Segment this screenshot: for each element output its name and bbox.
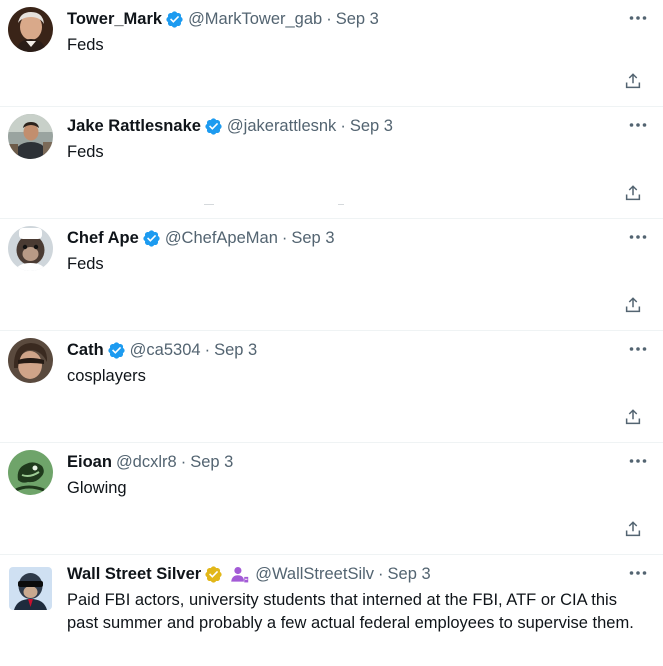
tweet-header: Wall Street Silver @WallStreetSilv · Sep… (67, 564, 431, 584)
tweet-header: Eioan @dcxlr8 · Sep 3 (67, 452, 233, 472)
verified-badge-icon (107, 341, 126, 360)
tweet-header: Tower_Mark @MarkTower_gab · Sep 3 (67, 9, 379, 29)
affiliate-person-icon[interactable] (230, 565, 249, 584)
separator-dot: · (204, 341, 211, 359)
tweet-header: Chef Ape @ChefApeMan · Sep 3 (67, 228, 335, 248)
display-name[interactable]: Jake Rattlesnake (67, 116, 201, 136)
tweet-chef-ape[interactable]: Chef Ape @ChefApeMan · Sep 3 Feds (0, 219, 663, 331)
share-icon[interactable] (624, 72, 642, 90)
tweet-jake-rattlesnake[interactable]: Jake Rattlesnake @jakerattlesnk · Sep 3 … (0, 107, 663, 219)
tweet-cath[interactable]: Cath @ca5304 · Sep 3 cosplayers (0, 331, 663, 443)
display-name[interactable]: Chef Ape (67, 228, 139, 248)
display-name[interactable]: Eioan (67, 452, 112, 472)
user-handle[interactable]: @ChefApeMan (165, 228, 278, 248)
separator-dot: · (340, 117, 346, 135)
tweet-header: Cath @ca5304 · Sep 3 (67, 340, 257, 360)
tweet-text: cosplayers (67, 367, 146, 385)
display-name[interactable]: Tower_Mark (67, 9, 162, 29)
tweet-header: Jake Rattlesnake @jakerattlesnk · Sep 3 (67, 116, 393, 136)
tweet-text: Glowing (67, 479, 127, 497)
timestamp[interactable]: Sep 3 (350, 116, 393, 136)
selfie-avatar[interactable] (8, 338, 53, 383)
more-options-icon[interactable] (628, 453, 648, 469)
render-artifact-line (200, 194, 350, 205)
tweet-text: Feds (67, 255, 104, 273)
more-options-icon[interactable] (628, 117, 648, 133)
more-options-icon[interactable] (628, 10, 648, 26)
share-icon[interactable] (624, 184, 642, 202)
tweet-text: Paid FBI actors, university students tha… (67, 591, 634, 632)
verified-gold-badge-icon (204, 565, 223, 584)
user-handle[interactable]: @WallStreetSilv (255, 564, 374, 584)
verified-badge-icon (165, 10, 184, 29)
tweet-text: Feds (67, 143, 104, 161)
tweet-tower-mark[interactable]: Tower_Mark @MarkTower_gab · Sep 3 Feds (0, 0, 663, 107)
verified-badge-icon (142, 229, 161, 248)
ape-sunglasses-avatar[interactable] (9, 567, 52, 610)
separator-dot: · (326, 10, 332, 28)
more-options-icon[interactable] (628, 565, 648, 581)
timestamp[interactable]: Sep 3 (214, 340, 257, 360)
more-options-icon[interactable] (628, 229, 648, 245)
timestamp[interactable]: Sep 3 (336, 9, 379, 29)
separator-dot: · (180, 453, 187, 471)
person-avatar[interactable] (8, 114, 53, 159)
user-handle[interactable]: @MarkTower_gab (188, 9, 322, 29)
verified-badge-icon (204, 117, 223, 136)
display-name[interactable]: Wall Street Silver (67, 564, 201, 584)
tweet-wall-street-silver[interactable]: Wall Street Silver @WallStreetSilv · Sep… (0, 555, 663, 666)
user-handle[interactable]: @jakerattlesnk (227, 116, 336, 136)
more-options-icon[interactable] (628, 341, 648, 357)
timeline-feed: Tower_Mark @MarkTower_gab · Sep 3 Feds J… (0, 0, 663, 666)
ape-avatar[interactable] (8, 226, 53, 271)
tweet-eioan[interactable]: Eioan @dcxlr8 · Sep 3 Glowing (0, 443, 663, 555)
frog-avatar[interactable] (8, 450, 53, 495)
separator-dot: · (378, 565, 384, 583)
separator-dot: · (281, 229, 288, 247)
portrait-avatar[interactable] (8, 7, 53, 52)
user-handle[interactable]: @ca5304 (130, 340, 201, 360)
timestamp[interactable]: Sep 3 (388, 564, 431, 584)
timestamp[interactable]: Sep 3 (291, 228, 334, 248)
share-icon[interactable] (624, 296, 642, 314)
share-icon[interactable] (624, 520, 642, 538)
share-icon[interactable] (624, 408, 642, 426)
timestamp[interactable]: Sep 3 (190, 452, 233, 472)
tweet-text: Feds (67, 36, 104, 54)
user-handle[interactable]: @dcxlr8 (116, 452, 177, 472)
display-name[interactable]: Cath (67, 340, 104, 360)
